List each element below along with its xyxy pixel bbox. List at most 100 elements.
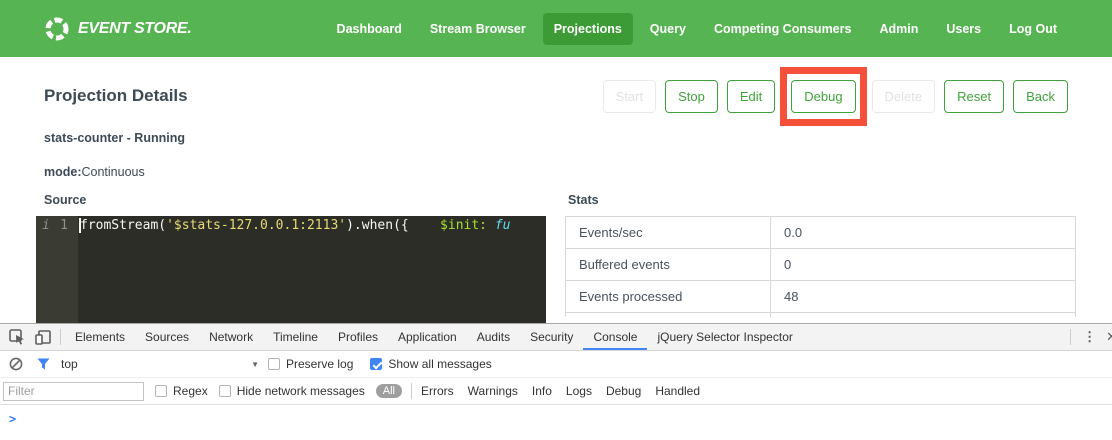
console-filter-bar: Regex Hide network messages All Errors Wa… [0, 378, 1112, 405]
projection-status: stats-counter - Running [44, 131, 1112, 145]
stats-heading: Stats [568, 193, 1076, 207]
devtools-tab-application[interactable]: Application [388, 324, 467, 350]
show-all-messages-label: Show all messages [388, 357, 491, 371]
console-prompt: > [9, 412, 16, 426]
filter-level-debug[interactable]: Debug [606, 384, 641, 398]
devtools-close-icon[interactable]: ✕ [1104, 329, 1112, 345]
nav-menu: DashboardStream BrowserProjectionsQueryC… [326, 13, 1068, 45]
filter-level-logs[interactable]: Logs [566, 384, 592, 398]
annotation-icon: i [42, 216, 50, 235]
nav-item-projections[interactable]: Projections [543, 13, 633, 45]
hide-network-label: Hide network messages [237, 384, 365, 398]
filter-level-info[interactable]: Info [532, 384, 552, 398]
code-editor[interactable]: i 1 fromStream('$stats-127.0.0.1:2113').… [36, 216, 546, 323]
execution-context-select[interactable]: top ▼ [61, 357, 259, 371]
show-all-messages-checkbox[interactable]: Show all messages [370, 357, 491, 371]
filter-icon[interactable] [34, 351, 52, 377]
devtools-panel: ElementsSourcesNetworkTimelineProfilesAp… [0, 323, 1112, 440]
devtools-tab-elements[interactable]: Elements [65, 324, 135, 350]
devtools-tabbar: ElementsSourcesNetworkTimelineProfilesAp… [0, 324, 1112, 351]
stats-table: Events/sec0.0Buffered events0Events proc… [565, 216, 1076, 317]
devtools-tab-security[interactable]: Security [520, 324, 583, 350]
devtools-tab-audits[interactable]: Audits [467, 324, 520, 350]
edit-button[interactable]: Edit [727, 80, 775, 113]
editor-gutter: i 1 [36, 216, 78, 323]
divider [411, 383, 412, 399]
reset-button[interactable]: Reset [944, 80, 1004, 113]
code-token-plain [409, 218, 440, 233]
stop-button[interactable]: Stop [665, 80, 718, 113]
filter-all-pill[interactable]: All [376, 384, 402, 398]
devtools-menu-icon[interactable]: ⋮ [1075, 329, 1104, 345]
devtools-tab-profiles[interactable]: Profiles [328, 324, 388, 350]
code-token-plain: fromStream( [80, 218, 166, 233]
nav-item-stream-browser[interactable]: Stream Browser [419, 13, 537, 45]
console-toolbar: top ▼ Preserve log Show all messages [0, 351, 1112, 378]
stat-value: 0.0 [771, 217, 1076, 249]
preserve-log-label: Preserve log [286, 357, 353, 371]
filter-input[interactable] [3, 382, 144, 401]
code-token-string: '$stats-127.0.0.1:2113' [166, 218, 346, 233]
start-button: Start [603, 80, 656, 113]
stat-value: 48 [771, 281, 1076, 313]
stats-row-buffered-events: Buffered events0 [566, 249, 1076, 281]
mode-value: Continuous [82, 165, 145, 179]
stat-label: Events/sec [566, 217, 771, 249]
debug-highlight-frame: Debug [780, 67, 866, 126]
page-header: Projection Details Start Stop Edit Debug Del… [0, 57, 1112, 115]
stat-label [566, 313, 771, 318]
code-token-entity: $init: [440, 218, 487, 233]
divider [60, 329, 61, 345]
checkbox-icon [370, 358, 382, 370]
line-number: 1 [60, 216, 68, 235]
source-panel: Source i 1 fromStream('$stats-127.0.0.1:… [36, 193, 546, 323]
devtools-tabbar-right: ⋮ ✕ [1066, 324, 1112, 350]
devtools-tabs: ElementsSourcesNetworkTimelineProfilesAp… [65, 324, 803, 350]
back-button[interactable]: Back [1013, 80, 1068, 113]
device-toolbar-icon[interactable] [30, 324, 56, 350]
checkbox-icon [219, 385, 231, 397]
chevron-down-icon: ▼ [251, 360, 259, 369]
brand[interactable]: EVENT STORE. [44, 16, 191, 42]
nav-item-admin[interactable]: Admin [868, 13, 929, 45]
execution-context-value: top [61, 357, 78, 371]
filter-level-errors[interactable]: Errors [421, 384, 454, 398]
console-output[interactable]: > [0, 405, 1112, 426]
page-title: Projection Details [44, 86, 188, 106]
nav-item-query[interactable]: Query [639, 13, 697, 45]
inspect-element-icon[interactable] [4, 324, 30, 350]
navbar: EVENT STORE. DashboardStream BrowserProj… [0, 0, 1112, 57]
devtools-tab-sources[interactable]: Sources [135, 324, 199, 350]
nav-item-competing-consumers[interactable]: Competing Consumers [703, 13, 863, 45]
filter-levels: Errors Warnings Info Logs Debug Handled [421, 384, 700, 398]
projection-mode: mode:Continuous [44, 165, 1112, 179]
divider [1070, 329, 1071, 345]
nav-item-dashboard[interactable]: Dashboard [326, 13, 413, 45]
devtools-tab-jquery-selector-inspector[interactable]: jQuery Selector Inspector [647, 324, 802, 350]
code-line[interactable]: fromStream('$stats-127.0.0.1:2113').when… [78, 216, 546, 323]
devtools-tab-console[interactable]: Console [583, 324, 647, 350]
eventstore-logo-icon [44, 16, 70, 42]
checkbox-icon [268, 358, 280, 370]
filter-level-handled[interactable]: Handled [655, 384, 700, 398]
checkbox-icon [155, 385, 167, 397]
regex-checkbox[interactable]: Regex [155, 384, 208, 398]
stat-value: 0 [771, 249, 1076, 281]
code-token-plain: ).when({ [346, 218, 409, 233]
mode-label: mode: [44, 165, 82, 179]
devtools-tab-timeline[interactable]: Timeline [263, 324, 328, 350]
filter-level-warnings[interactable]: Warnings [468, 384, 518, 398]
devtools-tab-network[interactable]: Network [199, 324, 263, 350]
stats-row-events-processed: Events processed48 [566, 281, 1076, 313]
debug-button[interactable]: Debug [791, 80, 855, 113]
preserve-log-checkbox[interactable]: Preserve log [268, 357, 353, 371]
source-heading: Source [44, 193, 546, 207]
nav-item-log-out[interactable]: Log Out [998, 13, 1068, 45]
hide-network-checkbox[interactable]: Hide network messages [219, 384, 365, 398]
delete-button: Delete [872, 80, 936, 113]
stats-panel: Stats Events/sec0.0Buffered events0Event… [565, 193, 1076, 323]
clear-console-icon[interactable] [7, 351, 25, 377]
main-content: Projection Details Start Stop Edit Debug Del… [0, 57, 1112, 323]
nav-item-users[interactable]: Users [935, 13, 992, 45]
regex-label: Regex [173, 384, 208, 398]
